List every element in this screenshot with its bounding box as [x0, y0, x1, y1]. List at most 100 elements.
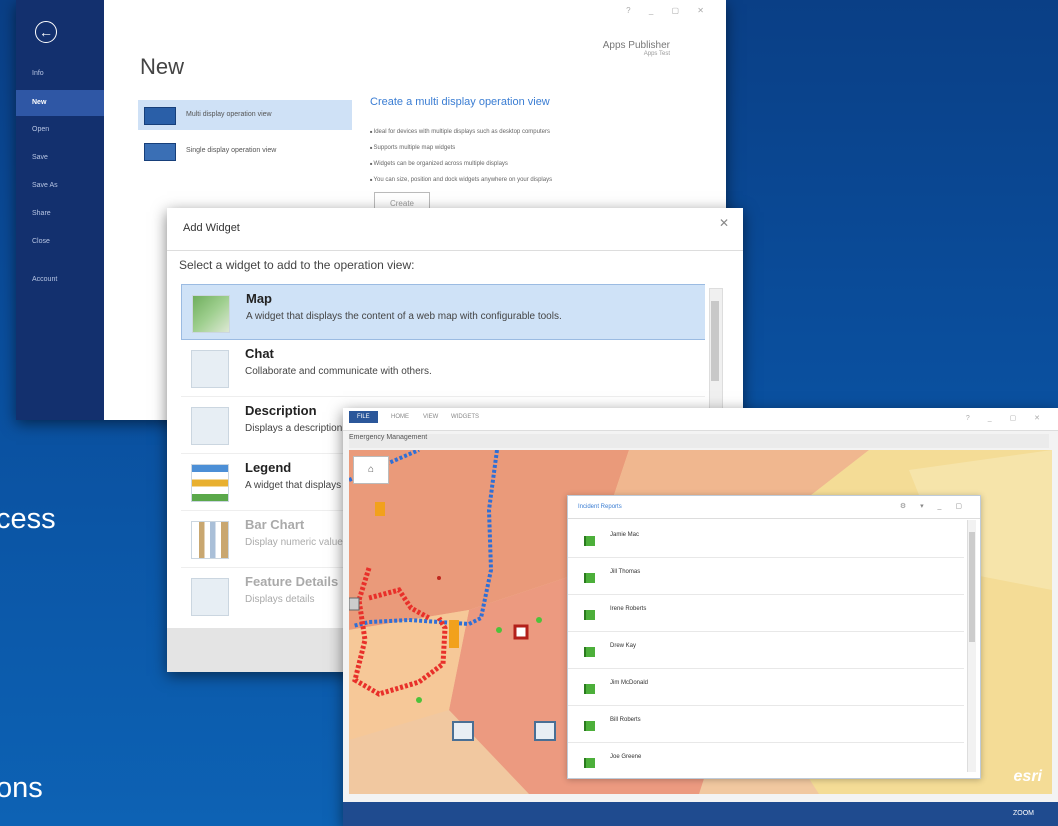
status-flag-icon — [584, 610, 595, 620]
map-widget-icon — [192, 295, 230, 333]
list-item[interactable]: Bill Roberts — [568, 705, 964, 743]
esri-logo: esri — [1013, 768, 1042, 785]
vehicle-icon[interactable] — [452, 721, 474, 741]
status-zoom[interactable]: ZOOM — [1013, 810, 1034, 817]
publisher-name: Apps Publisher — [602, 40, 670, 51]
backstage-rail: ← Info New Open Save Save As Share Close… — [16, 0, 104, 420]
person-name: Bill Roberts — [610, 717, 641, 723]
content-heading: Create a multi display operation view — [370, 96, 550, 108]
home-icon[interactable]: ⌂ — [353, 456, 389, 484]
status-flag-icon — [584, 536, 595, 546]
rail-item-close[interactable]: Close — [16, 232, 104, 252]
legend-widget-icon — [191, 464, 229, 502]
feature-details-widget-icon — [191, 578, 229, 616]
list-item[interactable]: Joe Greene — [568, 742, 964, 778]
map-marker[interactable] — [449, 620, 459, 648]
widget-controls[interactable]: ⚙ ▾ _ ▢ — [900, 502, 968, 510]
widget-desc: A widget that displays the content of a … — [246, 311, 562, 322]
list-item[interactable]: Drew Kay — [568, 631, 964, 669]
incident-reports-widget: Incident Reports ⚙ ▾ _ ▢ Jamie Mac Jill … — [567, 495, 981, 779]
status-flag-icon — [584, 573, 595, 583]
option-single-display[interactable]: Single display operation view — [138, 136, 352, 166]
list-item: Widgets can be organized across multiple… — [370, 156, 552, 172]
tab-widgets[interactable]: WIDGETS — [451, 414, 479, 420]
map-point — [496, 627, 502, 633]
status-flag-icon — [584, 721, 595, 731]
widget-title: Incident Reports — [578, 504, 622, 510]
rail-item-open[interactable]: Open — [16, 120, 104, 140]
map-point — [416, 697, 422, 703]
window-controls[interactable]: ? _ ▢ ✕ — [966, 414, 1048, 422]
widget-desc: Displays a description — [245, 423, 343, 434]
person-name: Jill Thomas — [610, 569, 641, 575]
divider — [167, 250, 743, 251]
person-name: Jamie Mac — [610, 532, 640, 538]
publisher-account: Apps Publisher Apps Test — [603, 40, 670, 57]
status-flag-icon — [584, 647, 595, 657]
list-item: Ideal for devices with multiple displays… — [370, 124, 552, 140]
person-name: Jim McDonald — [610, 680, 649, 686]
slide-text-2: ons — [0, 772, 43, 804]
status-bar: ZOOM — [343, 802, 1058, 826]
status-flag-icon — [584, 684, 595, 694]
widget-name: Bar Chart — [245, 517, 305, 532]
tab-view[interactable]: VIEW — [423, 414, 438, 420]
list-item[interactable]: Irene Roberts — [568, 594, 964, 632]
person-name: Joe Greene — [610, 754, 642, 760]
list-item[interactable]: Jamie Mac — [568, 520, 964, 558]
list-item[interactable]: Jim McDonald — [568, 668, 964, 706]
tab-home[interactable]: HOME — [391, 414, 409, 420]
widget-name: Feature Details — [245, 574, 339, 589]
dialog-prompt: Select a widget to add to the operation … — [179, 258, 415, 272]
feature-list: Ideal for devices with multiple displays… — [370, 124, 553, 188]
widget-name: Chat — [245, 346, 274, 361]
widget-desc: Collaborate and communicate with others. — [245, 366, 432, 377]
vehicle-icon[interactable] — [534, 721, 556, 741]
back-arrow-icon[interactable]: ← — [35, 21, 57, 43]
bar-chart-widget-icon — [191, 521, 229, 559]
dialog-title: Add Widget — [183, 222, 240, 234]
scrollbar-thumb[interactable] — [969, 532, 975, 642]
map-point — [536, 617, 542, 623]
status-flag-icon — [584, 758, 595, 768]
list-item[interactable]: Jill Thomas — [568, 557, 964, 595]
page-title: New — [140, 54, 185, 79]
slide-text-1: cess — [0, 503, 56, 535]
panel-scrollbar[interactable] — [967, 520, 976, 772]
widget-header: Incident Reports ⚙ ▾ _ ▢ — [568, 496, 980, 519]
list-item: Supports multiple map widgets — [370, 140, 552, 156]
widget-desc: Displays details — [245, 594, 315, 605]
widget-name: Map — [246, 291, 272, 306]
single-display-icon — [144, 143, 176, 161]
scrollbar-thumb[interactable] — [711, 301, 719, 381]
chat-widget-icon — [191, 350, 229, 388]
window-controls[interactable]: ? _ ▢ ✕ — [626, 6, 712, 15]
person-name: Drew Kay — [610, 643, 637, 649]
widget-item-map[interactable]: Map A widget that displays the content o… — [181, 284, 705, 340]
widget-item-chat[interactable]: Chat Collaborate and communicate with ot… — [181, 340, 705, 397]
tab-file[interactable]: FILE — [349, 411, 378, 423]
close-icon[interactable]: ✕ — [719, 216, 729, 230]
rail-item-info[interactable]: Info — [16, 64, 104, 84]
rail-item-new[interactable]: New — [16, 90, 104, 116]
rail-item-save-as[interactable]: Save As — [16, 176, 104, 196]
ribbon: FILE HOME VIEW WIDGETS ? _ ▢ ✕ — [343, 408, 1058, 431]
rail-item-share[interactable]: Share — [16, 204, 104, 224]
person-name: Irene Roberts — [610, 606, 647, 612]
map-point — [437, 576, 441, 580]
multi-display-icon — [144, 107, 176, 125]
publisher-sub: Apps Test — [643, 51, 670, 57]
view-title: Emergency Management — [349, 434, 1049, 448]
rail-item-save[interactable]: Save — [16, 148, 104, 168]
map-marker[interactable] — [513, 624, 529, 640]
list-item: You can size, position and dock widgets … — [370, 172, 553, 188]
widget-name: Legend — [245, 460, 292, 475]
rail-item-account[interactable]: Account — [16, 270, 104, 290]
option-label: Multi display operation view — [186, 111, 272, 118]
map-marker[interactable] — [375, 502, 385, 516]
option-label: Single display operation view — [186, 147, 277, 154]
map-marker[interactable] — [349, 597, 360, 611]
widget-name: Description — [245, 403, 317, 418]
option-multi-display[interactable]: Multi display operation view — [138, 100, 352, 130]
description-widget-icon — [191, 407, 229, 445]
